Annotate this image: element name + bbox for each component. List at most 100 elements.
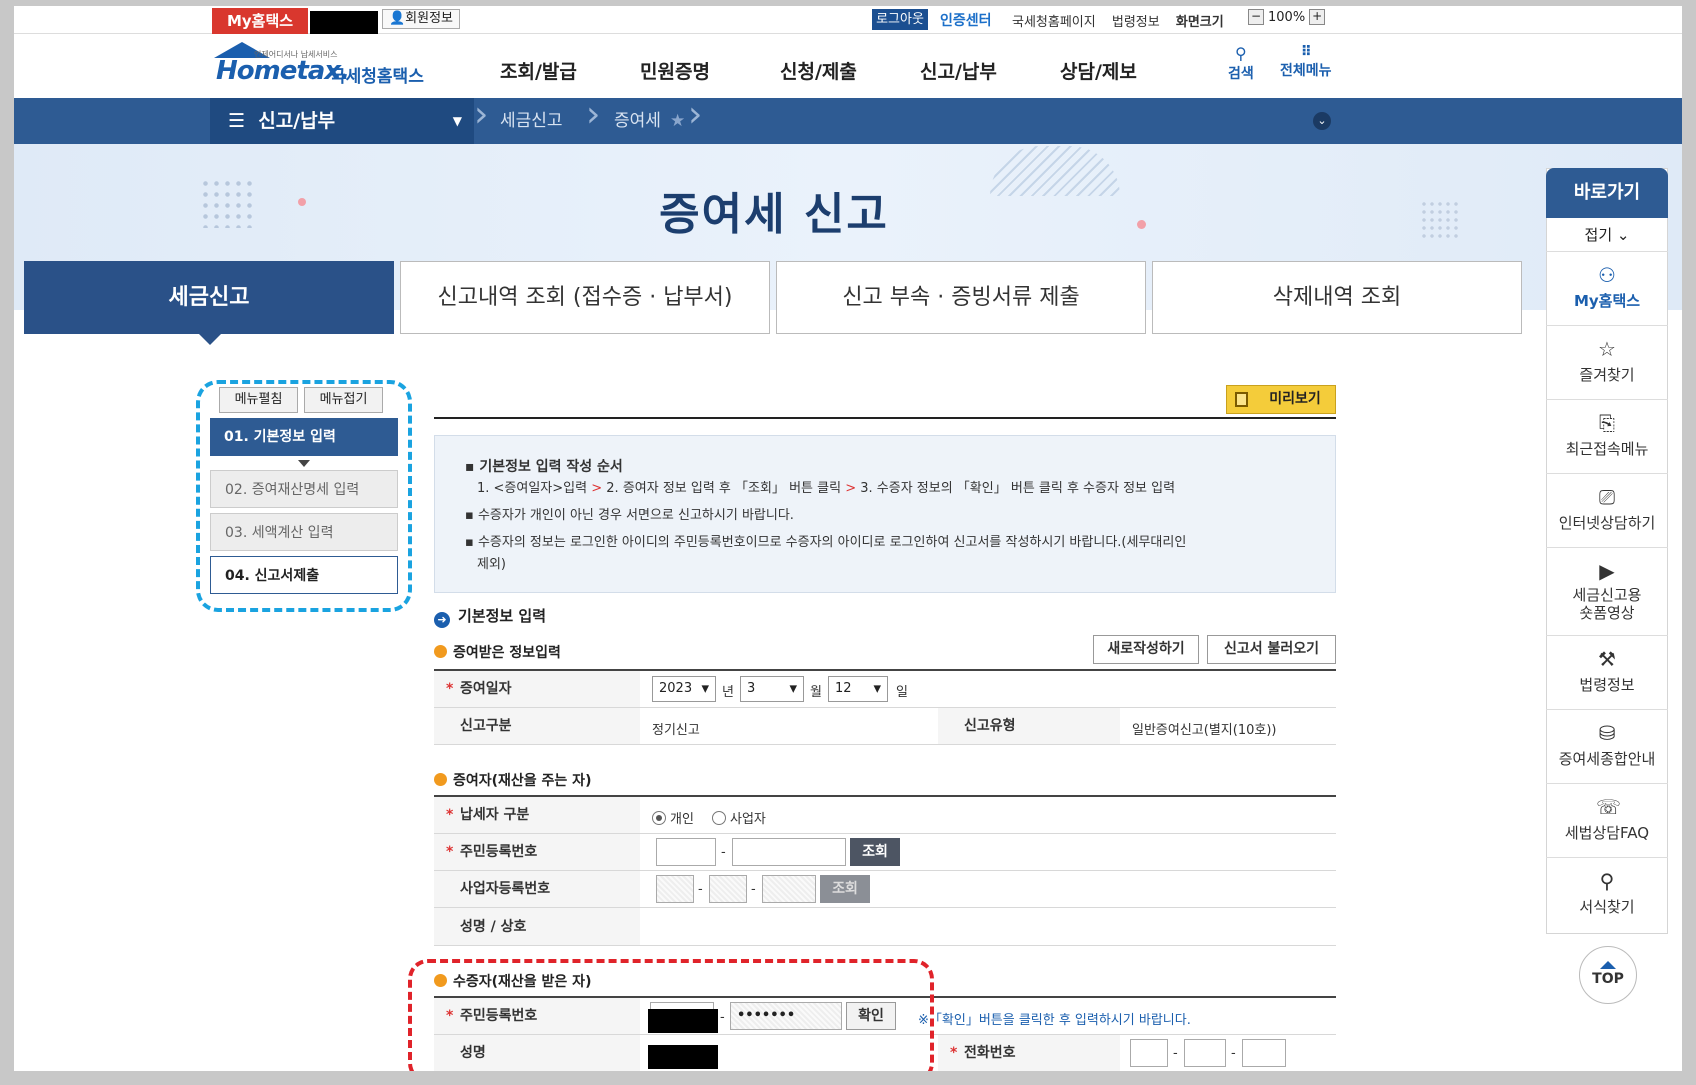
logout-button[interactable]: 로그아웃 [872,9,928,30]
preview-button[interactable]: 미리보기 [1226,385,1336,414]
menu-collapse-button[interactable]: 메뉴접기 [304,387,383,413]
gnb-consult[interactable]: 상담/제보 [1060,57,1200,84]
chevron-down-icon: ⌄ [1616,226,1630,244]
gift-date-label: * 증여일자 [434,671,640,708]
search-icon: ⚲ [1235,44,1247,63]
all-menu-button[interactable]: ⠿ 전체메뉴 [1280,44,1332,80]
zoom-in-button[interactable]: + [1309,9,1326,25]
user-icon: ⚇ [1598,263,1616,287]
radio-icon [652,811,666,825]
quick-my-hometax[interactable]: ⚇ My홈택스 [1546,252,1668,326]
quick-law-info[interactable]: ⚒ 법령정보 [1546,636,1668,710]
hometax-logo[interactable]: 언제어디서나 납세서비스 Hometax. 국세청홈택스 [210,42,430,88]
header-search-button[interactable]: ⚲ 검색 [1228,44,1254,83]
quick-label: 세법상담FAQ [1564,824,1650,842]
radio-business[interactable]: 사업자 [712,808,766,827]
quick-fold-label: 접기 [1584,226,1613,244]
quick-online-consult[interactable]: ⎚ 인터넷상담하기 [1546,474,1668,548]
breadcrumb-separator-icon: › [474,94,489,135]
quick-favorites[interactable]: ☆ 즐겨찾기 [1546,326,1668,400]
quick-menu-title: 바로가기 [1546,168,1668,218]
day-select[interactable]: 12 [828,676,888,702]
gnb-certificates[interactable]: 민원증명 [640,57,780,84]
location-menu-dropdown[interactable]: ☰ 신고/납부 ▼ [210,98,474,144]
load-report-button[interactable]: 신고서 불러오기 [1207,635,1336,664]
notice-step-3: 3. 수증자 정보의 「확인」 버튼 클릭 후 수증자 정보 입력 [860,481,1176,496]
tab-attachments[interactable]: 신고 부속 · 증빙서류 제출 [776,261,1146,334]
brn-part3-input[interactable] [762,875,816,903]
page-title: 증여세 신고 [659,189,889,240]
step-submit[interactable]: 04. 신고서제출 [210,556,398,594]
donor-name-text: 성명 / 상호 [460,919,527,935]
phone-label: * 전화번호 [938,1035,1120,1072]
notice-heading: 기본정보 입력 작성 순서 [479,459,623,475]
phone-part1-input[interactable] [1130,1039,1168,1067]
zoom-out-button[interactable]: − [1248,9,1264,25]
gnb-applications[interactable]: 신청/제출 [780,57,920,84]
gnb-inquiry[interactable]: 조회/발급 [500,57,640,84]
menu-expand-button[interactable]: 메뉴펼침 [219,387,298,413]
breadcrumb-tax-report[interactable]: 세금신고 [500,98,563,144]
nts-homepage-link[interactable]: 국세청홈페이지 [1012,15,1096,30]
bullet-icon [434,773,447,786]
step-tax-calc[interactable]: 03. 세액계산 입력 [210,513,398,551]
taxpayer-type-text: 납세자 구분 [460,807,530,823]
instructions-box: ▪ 기본정보 입력 작성 순서 1. <증여일자>입력 > 2. 증여자 정보 … [434,435,1336,593]
month-unit: 월 [810,685,822,700]
document-icon [1235,392,1248,407]
step-basic-info[interactable]: 01. 기본정보 입력 [210,418,398,456]
donor-rrn-label: * 주민등록번호 [434,834,640,871]
gnb-filing[interactable]: 신고/납부 [920,57,1060,84]
law-info-link[interactable]: 법령정보 [1112,15,1160,30]
location-expand-icon[interactable]: ⌄ [1313,112,1331,130]
brn-label: 사업자등록번호 [434,871,640,908]
brn-part2-input[interactable] [709,875,747,903]
quick-label: 최근접속메뉴 [1565,440,1649,458]
notice-step-1: 1. <증여일자>입력 [477,481,588,496]
new-report-button[interactable]: 새로작성하기 [1093,635,1199,664]
dash: - [751,882,756,897]
user-icon: 👤 [388,11,406,26]
radio-individual[interactable]: 개인 [652,808,694,827]
received-title-label: 증여받은 정보입력 [453,645,561,661]
breadcrumb-gift-tax[interactable]: 증여세 [614,98,661,144]
brn-lookup-button[interactable]: 조회 [820,875,870,903]
quick-recent-menu[interactable]: ⎘ 최근접속메뉴 [1546,400,1668,474]
quick-form-search[interactable]: ⚲ 서식찾기 [1546,858,1668,932]
step-gift-property[interactable]: 02. 증여재산명세 입력 [210,470,398,508]
tab-deleted-history[interactable]: 삭제내역 조회 [1152,261,1522,334]
quick-faq[interactable]: ☏ 세법상담FAQ [1546,784,1668,858]
month-select[interactable]: 3 [740,676,804,702]
scroll-top-button[interactable]: TOP [1579,946,1637,1004]
donor-rrn-text: 주민등록번호 [460,844,538,860]
donor-lookup-button[interactable]: 조회 [850,838,900,866]
dash: - [721,845,726,860]
member-info-button[interactable]: 👤회원정보 [382,9,460,29]
recipient-hint: ※「확인」버튼을 클릭한 후 입력하시기 바랍니다. [918,1013,1191,1028]
util-links: 국세청홈페이지 법령정보 화면크기 [1012,11,1236,30]
gavel-icon: ⚒ [1598,647,1616,671]
favorite-star-icon[interactable]: ★ [670,98,685,144]
phone-label-text: 전화번호 [964,1045,1016,1061]
quick-shortform-video[interactable]: ▶ 세금신고용 숏폼영상 [1546,548,1668,636]
recent-search-icon: ⎘ [1599,411,1615,435]
tab-report-history[interactable]: 신고내역 조회 (접수증 · 납부서) [400,261,770,334]
phone-part2-input[interactable] [1184,1039,1226,1067]
tab-tax-report[interactable]: 세금신고 [24,261,394,334]
cert-center-link[interactable]: 인증센터 [940,10,992,30]
section-basic-info: ➜ 기본정보 입력 [434,605,546,628]
quick-menu-fold-button[interactable]: 접기 ⌄ [1546,218,1668,252]
year-select[interactable]: 2023 [652,676,716,702]
arrow-circle-icon: ➜ [434,612,450,628]
radio-business-label: 사업자 [730,812,766,827]
brn-part1-input[interactable] [656,875,694,903]
my-hometax-badge[interactable]: My홈택스 [212,8,308,34]
phone-part3-input[interactable] [1242,1039,1286,1067]
quick-gift-tax-guide[interactable]: ⛁ 증여세종합안내 [1546,710,1668,784]
search-icon: ⚲ [1599,869,1615,893]
donor-rrn-front-input[interactable] [656,838,716,866]
member-info-label: 회원정보 [405,11,454,26]
star-icon: ☆ [1598,337,1616,361]
donor-rrn-back-input[interactable] [732,838,846,866]
radio-icon [712,811,726,825]
